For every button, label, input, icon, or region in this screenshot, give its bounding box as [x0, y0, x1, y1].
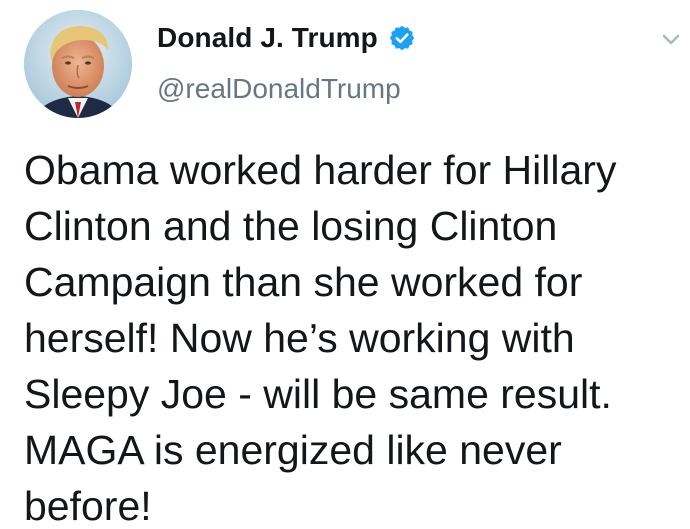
- author-header: Donald J. Trump: [157, 21, 416, 55]
- avatar[interactable]: [24, 10, 132, 118]
- tweet-card: Donald J. Trump @realDonaldTrump Obama w…: [0, 0, 690, 529]
- profile-photo-image: [24, 10, 132, 118]
- chevron-down-icon[interactable]: [660, 28, 682, 50]
- tweet-text: Obama worked harder for Hillary Clinton …: [24, 147, 617, 529]
- display-name[interactable]: Donald J. Trump: [157, 21, 378, 55]
- verified-badge-icon: [388, 24, 416, 52]
- user-handle[interactable]: @realDonaldTrump: [157, 72, 401, 106]
